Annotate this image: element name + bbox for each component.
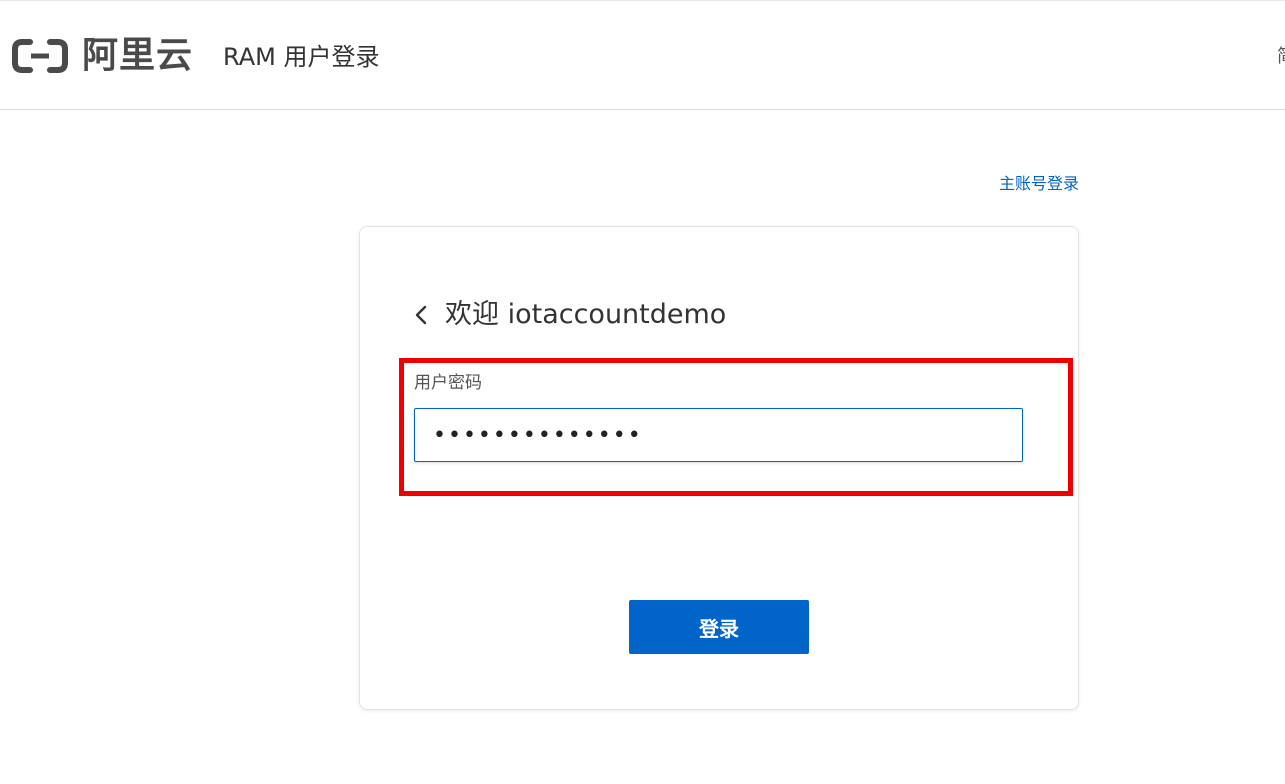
login-button[interactable]: 登录 xyxy=(629,600,809,654)
top-header: 阿里云 RAM 用户登录 简 xyxy=(0,0,1285,110)
aliyun-logo-icon xyxy=(12,39,68,73)
welcome-title: 欢迎 iotaccountdemo xyxy=(445,299,727,330)
welcome-row: 欢迎 iotaccountdemo xyxy=(415,297,726,333)
password-label: 用户密码 xyxy=(414,373,482,393)
logo-text: 阿里云 xyxy=(82,35,194,76)
aliyun-logo[interactable]: 阿里云 xyxy=(12,35,193,77)
header-clipped-text[interactable]: 简 xyxy=(1277,45,1285,69)
back-button[interactable] xyxy=(415,297,433,333)
page-title: RAM 用户登录 xyxy=(223,43,380,71)
main-account-login-link[interactable]: 主账号登录 xyxy=(999,172,1079,196)
chevron-left-icon xyxy=(415,305,427,325)
password-input[interactable] xyxy=(414,408,1023,462)
